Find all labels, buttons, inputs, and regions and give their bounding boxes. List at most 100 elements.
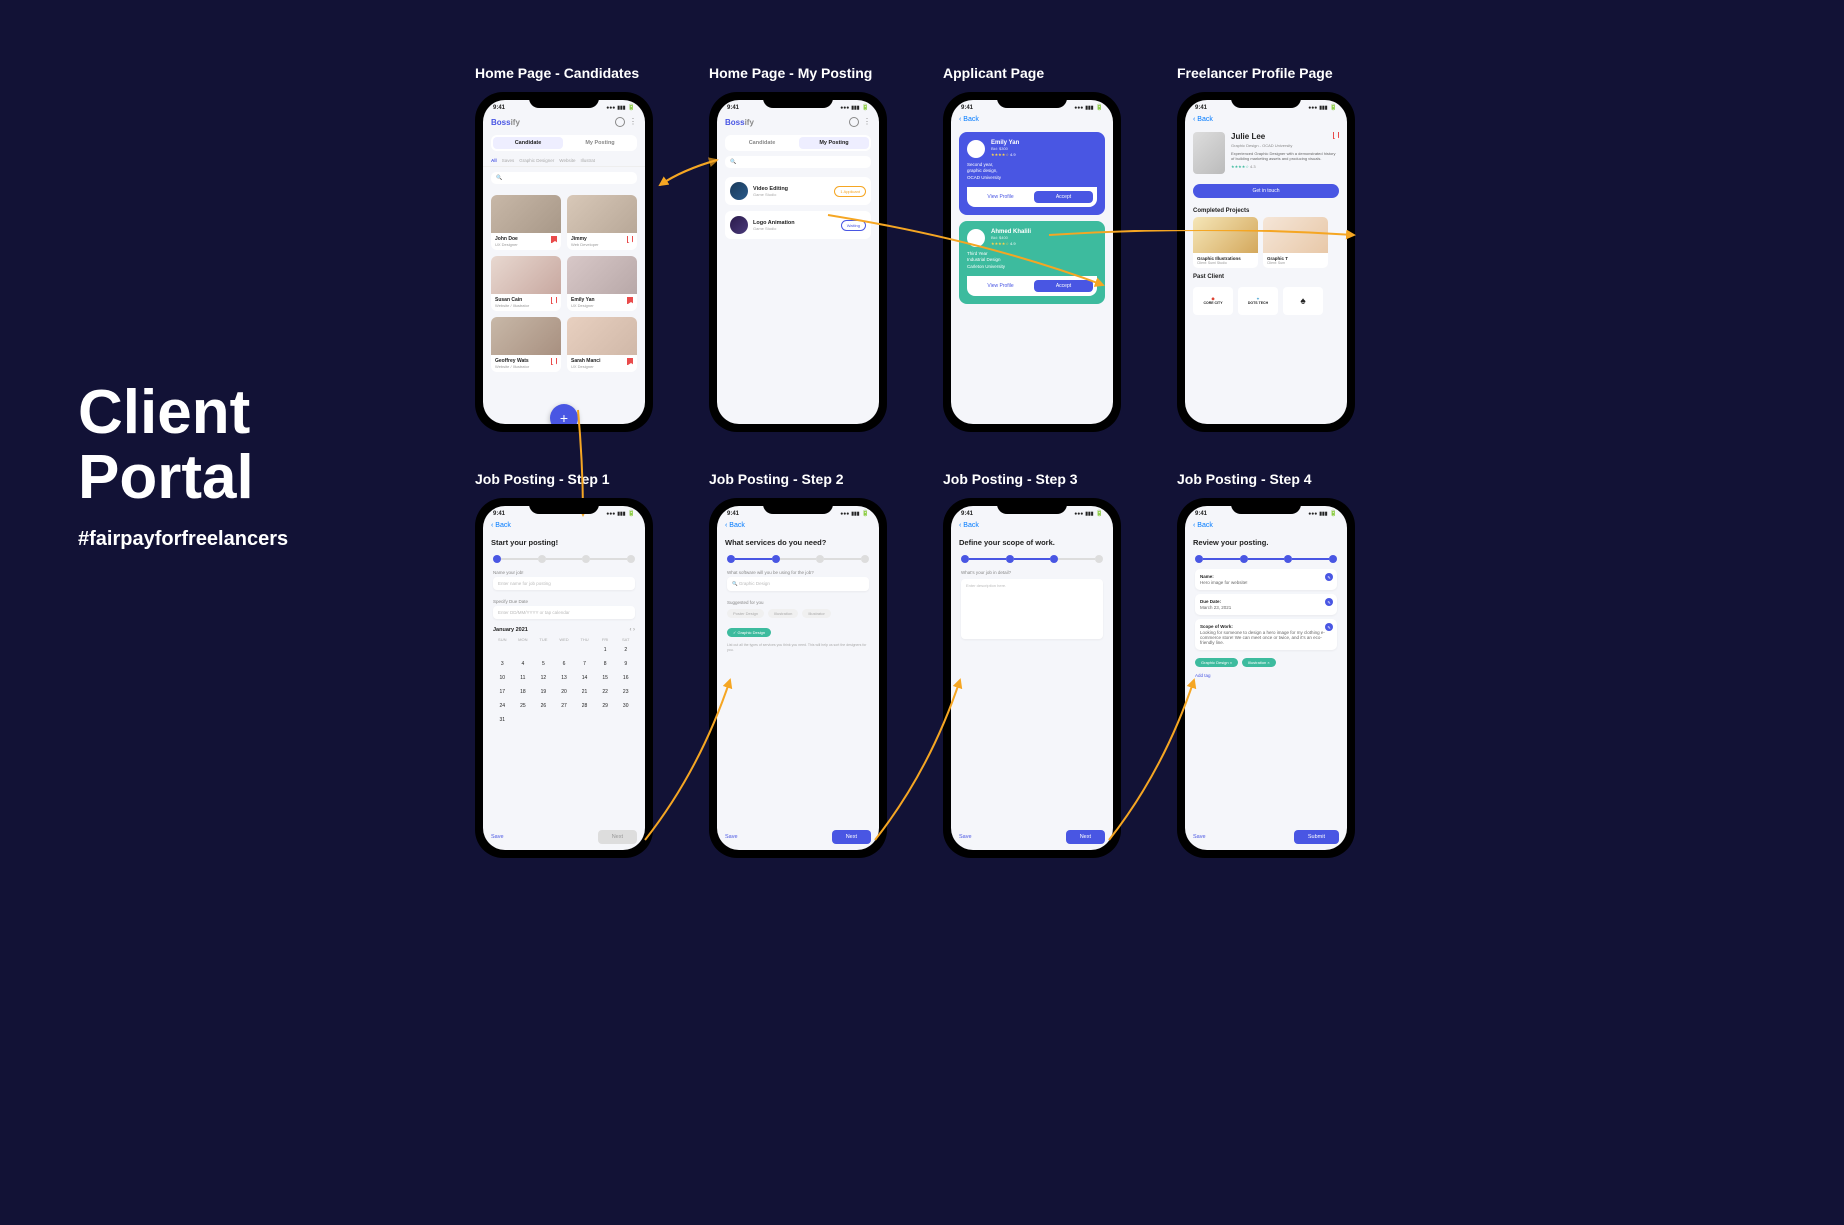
- screen-label-applicant: Applicant Page: [943, 64, 1121, 82]
- progress-bar: [951, 553, 1113, 565]
- back-button[interactable]: ‹ Back: [1185, 113, 1347, 126]
- section-title: Past Client: [1185, 268, 1347, 283]
- back-button[interactable]: ‹ Back: [951, 113, 1113, 126]
- screen-label-step3: Job Posting - Step 3: [943, 470, 1121, 488]
- project-card[interactable]: Graphic IllustrationsClient: Sumi Studio: [1193, 217, 1258, 268]
- applicant-card: Ahmed KhaliliBid: $400★★★★☆ 4.9 Third Ye…: [959, 221, 1105, 304]
- accept-button[interactable]: Accept: [1034, 280, 1093, 292]
- tab-candidate[interactable]: Candidate: [493, 137, 563, 149]
- candidate-card[interactable]: Geoffrey WatsWebsite / Illustrator: [491, 317, 561, 372]
- candidate-card[interactable]: Sarah ManciUX Designer: [567, 317, 637, 372]
- applicant-card: Emily YanBid: $300★★★★☆ 4.9 Second year,…: [959, 132, 1105, 215]
- review-due: Due Date:March 23, 2021✎: [1195, 594, 1337, 615]
- filter-item[interactable]: Illustrat: [580, 158, 595, 163]
- avatar: [967, 229, 985, 247]
- phone-applicant: 9:41●●●▮▮▮🔋 ‹ Back Emily YanBid: $300★★★…: [943, 92, 1121, 432]
- view-profile-button[interactable]: View Profile: [971, 191, 1030, 203]
- tab-myposting[interactable]: My Posting: [565, 137, 635, 149]
- tag-chip[interactable]: Illustration ×: [1242, 658, 1276, 667]
- tab-myposting[interactable]: My Posting: [799, 137, 869, 149]
- add-button[interactable]: +: [550, 404, 578, 424]
- posting-item[interactable]: Video EditingGame Studio1 Applicant: [725, 177, 871, 205]
- calendar-days: SUNMONTUEWEDTHUFRISAT: [483, 637, 645, 642]
- tab-candidate[interactable]: Candidate: [727, 137, 797, 149]
- candidate-card[interactable]: John DoeUX Designer: [491, 195, 561, 250]
- save-button[interactable]: Save: [725, 834, 738, 840]
- description-textarea[interactable]: Enter description here.: [961, 579, 1103, 639]
- chip-selected[interactable]: ✓ Graphic Design: [727, 628, 771, 637]
- filter-item[interactable]: Saves: [502, 158, 515, 163]
- chip[interactable]: Illustration: [768, 609, 798, 618]
- screen-label-step1: Job Posting - Step 1: [475, 470, 653, 488]
- bookmark-icon[interactable]: [551, 297, 557, 304]
- name-input[interactable]: Enter name for job posting: [493, 577, 635, 590]
- main-title: ClientPortal: [78, 380, 288, 510]
- accept-button[interactable]: Accept: [1034, 191, 1093, 203]
- bookmark-icon[interactable]: [551, 358, 557, 365]
- hint-text: List out all the types of services you t…: [717, 639, 879, 656]
- save-button[interactable]: Save: [1193, 834, 1206, 840]
- search-input[interactable]: 🔍: [491, 172, 637, 184]
- profile-name: Julie Lee: [1231, 132, 1265, 141]
- logo: Bossify: [491, 118, 520, 127]
- candidate-card[interactable]: JimmyWeb Developer: [567, 195, 637, 250]
- save-button[interactable]: Save: [491, 834, 504, 840]
- next-button[interactable]: Next: [832, 830, 871, 844]
- screen-label-candidates: Home Page - Candidates: [475, 64, 653, 82]
- progress-bar: [1185, 553, 1347, 565]
- bookmark-icon[interactable]: [627, 358, 633, 365]
- add-tag-button[interactable]: Add tag: [1185, 669, 1347, 682]
- filter-all[interactable]: All: [491, 158, 497, 163]
- save-button[interactable]: Save: [959, 834, 972, 840]
- client-logo: ✦DOTS TECH: [1238, 287, 1278, 315]
- back-button[interactable]: ‹ Back: [483, 519, 645, 532]
- profile-desc: Experienced Graphic Designer with a demo…: [1231, 151, 1339, 161]
- phone-step1: 9:41●●●▮▮▮🔋 ‹ Back Start your posting! N…: [475, 498, 653, 858]
- profile-icon[interactable]: [615, 117, 625, 127]
- title-block: ClientPortal #fairpayforfreelancers: [78, 380, 288, 551]
- chip[interactable]: Illustrator: [802, 609, 830, 618]
- filter-row: All Saves Graphic Designer Website Illus…: [483, 155, 645, 167]
- calendar-month: January 2021: [493, 627, 528, 633]
- view-profile-button[interactable]: View Profile: [971, 280, 1030, 292]
- bookmark-icon[interactable]: [627, 236, 633, 243]
- search-input[interactable]: 🔍: [725, 156, 871, 168]
- candidate-card[interactable]: Susan CainWebsite / Illustrator: [491, 256, 561, 311]
- filter-item[interactable]: Graphic Designer: [519, 158, 554, 163]
- phone-step3: 9:41●●●▮▮▮🔋 ‹ Back Define your scope of …: [943, 498, 1121, 858]
- status-badge: 1 Applicant: [834, 186, 866, 197]
- next-button[interactable]: Next: [598, 830, 637, 844]
- service-input[interactable]: 🔍 Graphic Design: [727, 577, 869, 591]
- phone-myposting: 9:41●●●▮▮▮🔋 Bossify ⋮ Candidate My Posti…: [709, 92, 887, 432]
- bookmark-icon[interactable]: [1333, 132, 1339, 139]
- tabs: Candidate My Posting: [491, 135, 637, 151]
- filter-item[interactable]: Website: [559, 158, 575, 163]
- step-title: Review your posting.: [1185, 532, 1347, 553]
- cal-prev-icon[interactable]: ‹: [629, 627, 631, 633]
- calendar-grid[interactable]: 1234567891011121314151617181920212223242…: [483, 642, 645, 728]
- profile-icon[interactable]: [849, 117, 859, 127]
- back-button[interactable]: ‹ Back: [1185, 519, 1347, 532]
- submit-button[interactable]: Submit: [1294, 830, 1339, 844]
- hashtag: #fairpayforfreelancers: [78, 528, 288, 551]
- cal-next-icon[interactable]: ›: [633, 627, 635, 633]
- bookmark-icon[interactable]: [627, 297, 633, 304]
- chip[interactable]: Poster Design: [727, 609, 764, 618]
- step-title: Start your posting!: [483, 532, 645, 553]
- section-title: Completed Projects: [1185, 202, 1347, 217]
- back-button[interactable]: ‹ Back: [717, 519, 879, 532]
- bookmark-icon[interactable]: [551, 236, 557, 243]
- screen-label-profile: Freelancer Profile Page: [1177, 64, 1355, 82]
- menu-icon[interactable]: ⋮: [863, 120, 871, 124]
- posting-item[interactable]: Logo AnimationGame StudioWaiting: [725, 211, 871, 239]
- back-button[interactable]: ‹ Back: [951, 519, 1113, 532]
- form-label: Name your job!: [483, 565, 645, 577]
- status-badge: Waiting: [841, 220, 866, 231]
- next-button[interactable]: Next: [1066, 830, 1105, 844]
- tag-chip[interactable]: Graphic Design ×: [1195, 658, 1238, 667]
- project-card[interactable]: Graphic TClient: Sum: [1263, 217, 1328, 268]
- get-in-touch-button[interactable]: Get in touch: [1193, 184, 1339, 198]
- date-input[interactable]: Enter DD/MM/YYYY or tap calendar: [493, 606, 635, 619]
- candidate-card[interactable]: Emily YanUX Designer: [567, 256, 637, 311]
- menu-icon[interactable]: ⋮: [629, 120, 637, 124]
